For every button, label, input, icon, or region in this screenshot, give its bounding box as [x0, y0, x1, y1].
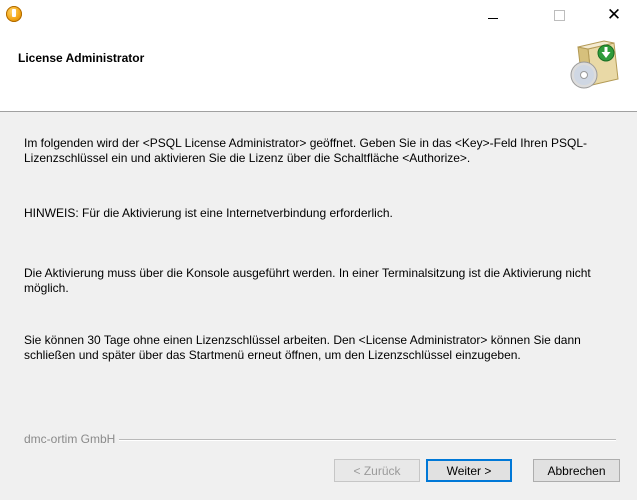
close-icon: ✕	[606, 5, 622, 25]
next-button[interactable]: Weiter >	[426, 459, 512, 482]
page-title: License Administrator	[18, 51, 145, 65]
close-button[interactable]: ✕	[591, 0, 637, 31]
installer-window: ✕ License Administrator Im folgenden wir…	[0, 0, 637, 500]
brand-divider: dmc-ortim GmbH	[24, 432, 616, 446]
install-cd-icon	[570, 40, 619, 89]
app-icon[interactable]	[6, 6, 22, 22]
internet-notice: HINWEIS: Für die Aktivierung ist eine In…	[24, 206, 393, 220]
minimize-icon	[488, 18, 498, 19]
maximize-button	[536, 0, 582, 31]
console-notice: Die Aktivierung muss über die Konsole au…	[24, 266, 591, 295]
brand-label: dmc-ortim GmbH	[24, 432, 120, 446]
title-bar[interactable]: ✕	[0, 0, 637, 31]
maximize-icon	[553, 10, 565, 21]
instruction-paragraph: Im folgenden wird der <PSQL License Admi…	[24, 136, 587, 165]
minimize-button[interactable]	[470, 0, 516, 31]
cancel-button[interactable]: Abbrechen	[533, 459, 620, 482]
header-banner: License Administrator	[0, 31, 637, 112]
back-button[interactable]: < Zurück	[334, 459, 420, 482]
trial-notice: Sie können 30 Tage ohne einen Lizenzschl…	[24, 333, 581, 362]
